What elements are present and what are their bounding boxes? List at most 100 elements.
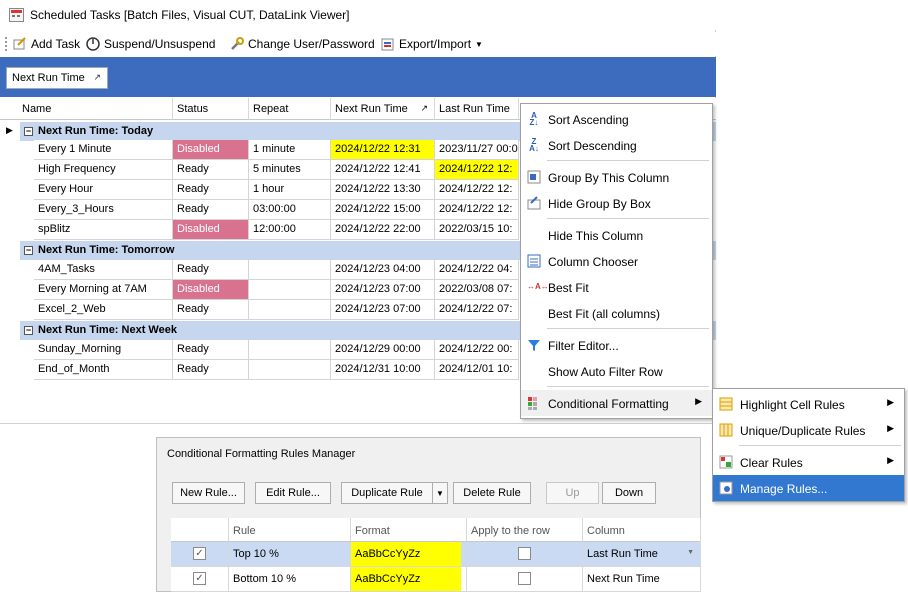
rule-enabled-cell[interactable]: ✓: [171, 567, 229, 592]
export-icon: [381, 38, 394, 51]
menu-filter-editor[interactable]: Filter Editor...: [521, 332, 712, 358]
rules-header-column[interactable]: Column: [583, 518, 701, 542]
rule-format-cell[interactable]: AaBbCcYyZz: [351, 542, 467, 567]
duplicate-rule-button[interactable]: Duplicate Rule: [341, 482, 433, 504]
cell-name: 4AM_Tasks: [34, 260, 173, 280]
suspend-button[interactable]: Suspend/Unsuspend: [86, 35, 215, 53]
group-label: Next Run Time: Tomorrow: [38, 244, 175, 256]
menu-label: Sort Descending: [548, 139, 637, 153]
rule-name-cell[interactable]: Top 10 %: [229, 542, 351, 567]
collapse-icon: −: [24, 245, 33, 255]
apply-row-checkbox[interactable]: [518, 547, 531, 560]
menu-unique-duplicate-rules[interactable]: Unique/Duplicate Rules ▶: [713, 417, 904, 443]
new-rule-button[interactable]: New Rule...: [172, 482, 245, 504]
cell-status: Ready: [173, 340, 249, 360]
duplicate-rules-icon: [719, 423, 733, 437]
rules-header-rule[interactable]: Rule: [229, 518, 351, 542]
cell-status: Disabled: [173, 220, 249, 240]
export-import-button[interactable]: Export/Import ▼: [381, 35, 483, 53]
group-chip-next-run-time[interactable]: Next Run Time ↗: [6, 67, 108, 89]
chevron-down-icon[interactable]: ▼: [687, 549, 694, 556]
menu-label: Group By This Column: [548, 171, 670, 185]
header-status[interactable]: Status: [173, 98, 249, 120]
menu-best-fit[interactable]: ↔A↔ Best Fit: [521, 274, 712, 300]
delete-rule-button[interactable]: Delete Rule: [453, 482, 531, 504]
cell-repeat: 1 hour: [249, 180, 331, 200]
menu-clear-rules[interactable]: Clear Rules ▶: [713, 449, 904, 475]
menu-conditional-formatting[interactable]: Conditional Formatting ▶: [521, 390, 712, 416]
menu-group-by-column[interactable]: Group By This Column: [521, 164, 712, 190]
menu-auto-filter-row[interactable]: Show Auto Filter Row: [521, 358, 712, 384]
cell-next-run: 2024/12/22 15:00: [331, 200, 435, 220]
chevron-right-icon: ▶: [887, 423, 894, 433]
conditional-formatting-submenu: Highlight Cell Rules ▶ Unique/Duplicate …: [712, 388, 905, 502]
edit-rule-button[interactable]: Edit Rule...: [255, 482, 331, 504]
rule-column-cell[interactable]: Next Run Time: [583, 567, 701, 592]
menu-label: Hide This Column: [548, 229, 644, 243]
menu-label: Unique/Duplicate Rules: [740, 424, 866, 438]
cell-last-run: 2023/11/27 00:0: [435, 140, 519, 160]
menu-label: Show Auto Filter Row: [548, 365, 663, 379]
add-task-button[interactable]: Add Task: [13, 35, 80, 53]
rule-enabled-cell[interactable]: ✓: [171, 542, 229, 567]
header-name[interactable]: Name: [18, 98, 173, 120]
menu-column-chooser[interactable]: Column Chooser: [521, 248, 712, 274]
cell-last-run: 2024/12/22 12:: [435, 180, 519, 200]
menu-hide-column[interactable]: Hide This Column: [521, 222, 712, 248]
suspend-label: Suspend/Unsuspend: [104, 37, 216, 51]
row-indicator-icon: ▶: [6, 125, 13, 135]
cell-next-run: 2024/12/23 07:00: [331, 280, 435, 300]
cell-repeat: 12:00:00: [249, 220, 331, 240]
menu-hide-group-by-box[interactable]: Hide Group By Box: [521, 190, 712, 216]
menu-label: Filter Editor...: [548, 339, 619, 353]
format-preview: AaBbCcYyZz: [351, 567, 461, 591]
header-next-run-time[interactable]: Next Run Time ↗: [331, 98, 435, 120]
power-icon: [86, 37, 100, 51]
chevron-right-icon: ▶: [695, 396, 702, 406]
cell-name: End_of_Month: [34, 360, 173, 380]
menu-manage-rules[interactable]: Manage Rules...: [713, 475, 904, 501]
cell-last-run: 2024/12/22 07:: [435, 300, 519, 320]
hide-group-box-icon: [527, 196, 541, 210]
rule-apply-row-cell[interactable]: [467, 542, 583, 567]
cell-status: Ready: [173, 300, 249, 320]
header-last-run-time[interactable]: Last Run Time: [435, 98, 519, 120]
rule-format-cell[interactable]: AaBbCcYyZz: [351, 567, 467, 592]
menu-sort-descending[interactable]: Z A↓ Sort Descending: [521, 132, 712, 158]
conditional-formatting-icon: [527, 396, 541, 410]
cell-last-run: 2024/12/01 10:: [435, 360, 519, 380]
rule-enabled-checkbox[interactable]: ✓: [193, 547, 206, 560]
sort-indicator-icon: ↗: [420, 103, 428, 113]
group-by-icon: [527, 170, 541, 184]
menu-best-fit-all[interactable]: Best Fit (all columns): [521, 300, 712, 326]
rule-column-cell[interactable]: Last Run Time ▼: [583, 542, 701, 567]
duplicate-rule-dropdown[interactable]: ▼: [432, 482, 448, 504]
cell-repeat: 1 minute: [249, 140, 331, 160]
window-title: Scheduled Tasks [Batch Files, Visual CUT…: [30, 8, 350, 22]
rule-name-cell[interactable]: Bottom 10 %: [229, 567, 351, 592]
cell-name: Every Hour: [34, 180, 173, 200]
toolbar: Add Task Suspend/Unsuspend Change User/P…: [0, 32, 716, 56]
cell-next-run: 2024/12/29 00:00: [331, 340, 435, 360]
clear-rules-icon: [719, 455, 733, 469]
chevron-down-icon: ▼: [436, 489, 444, 498]
chevron-down-icon: ▼: [475, 39, 483, 49]
menu-sort-ascending[interactable]: A Z↓ Sort Ascending: [521, 106, 712, 132]
header-repeat[interactable]: Repeat: [249, 98, 331, 120]
rules-header-apply-row[interactable]: Apply to the row: [467, 518, 583, 542]
best-fit-icon: ↔A↔: [527, 282, 549, 291]
cell-name: Every 1 Minute: [34, 140, 173, 160]
rule-apply-row-cell[interactable]: [467, 567, 583, 592]
rule-enabled-checkbox[interactable]: ✓: [193, 572, 206, 585]
rules-header-format[interactable]: Format: [351, 518, 467, 542]
rules-header-check: [171, 518, 229, 542]
move-down-button[interactable]: Down: [602, 482, 656, 504]
menu-highlight-cell-rules[interactable]: Highlight Cell Rules ▶: [713, 391, 904, 417]
cell-name: Excel_2_Web: [34, 300, 173, 320]
change-user-button[interactable]: Change User/Password: [230, 35, 375, 53]
move-up-button[interactable]: Up: [546, 482, 599, 504]
cell-next-run: 2024/12/22 13:30: [331, 180, 435, 200]
apply-row-checkbox[interactable]: [518, 572, 531, 585]
menu-separator: [547, 218, 709, 219]
rules-manager-dialog: Conditional Formatting Rules Manager New…: [156, 437, 701, 592]
